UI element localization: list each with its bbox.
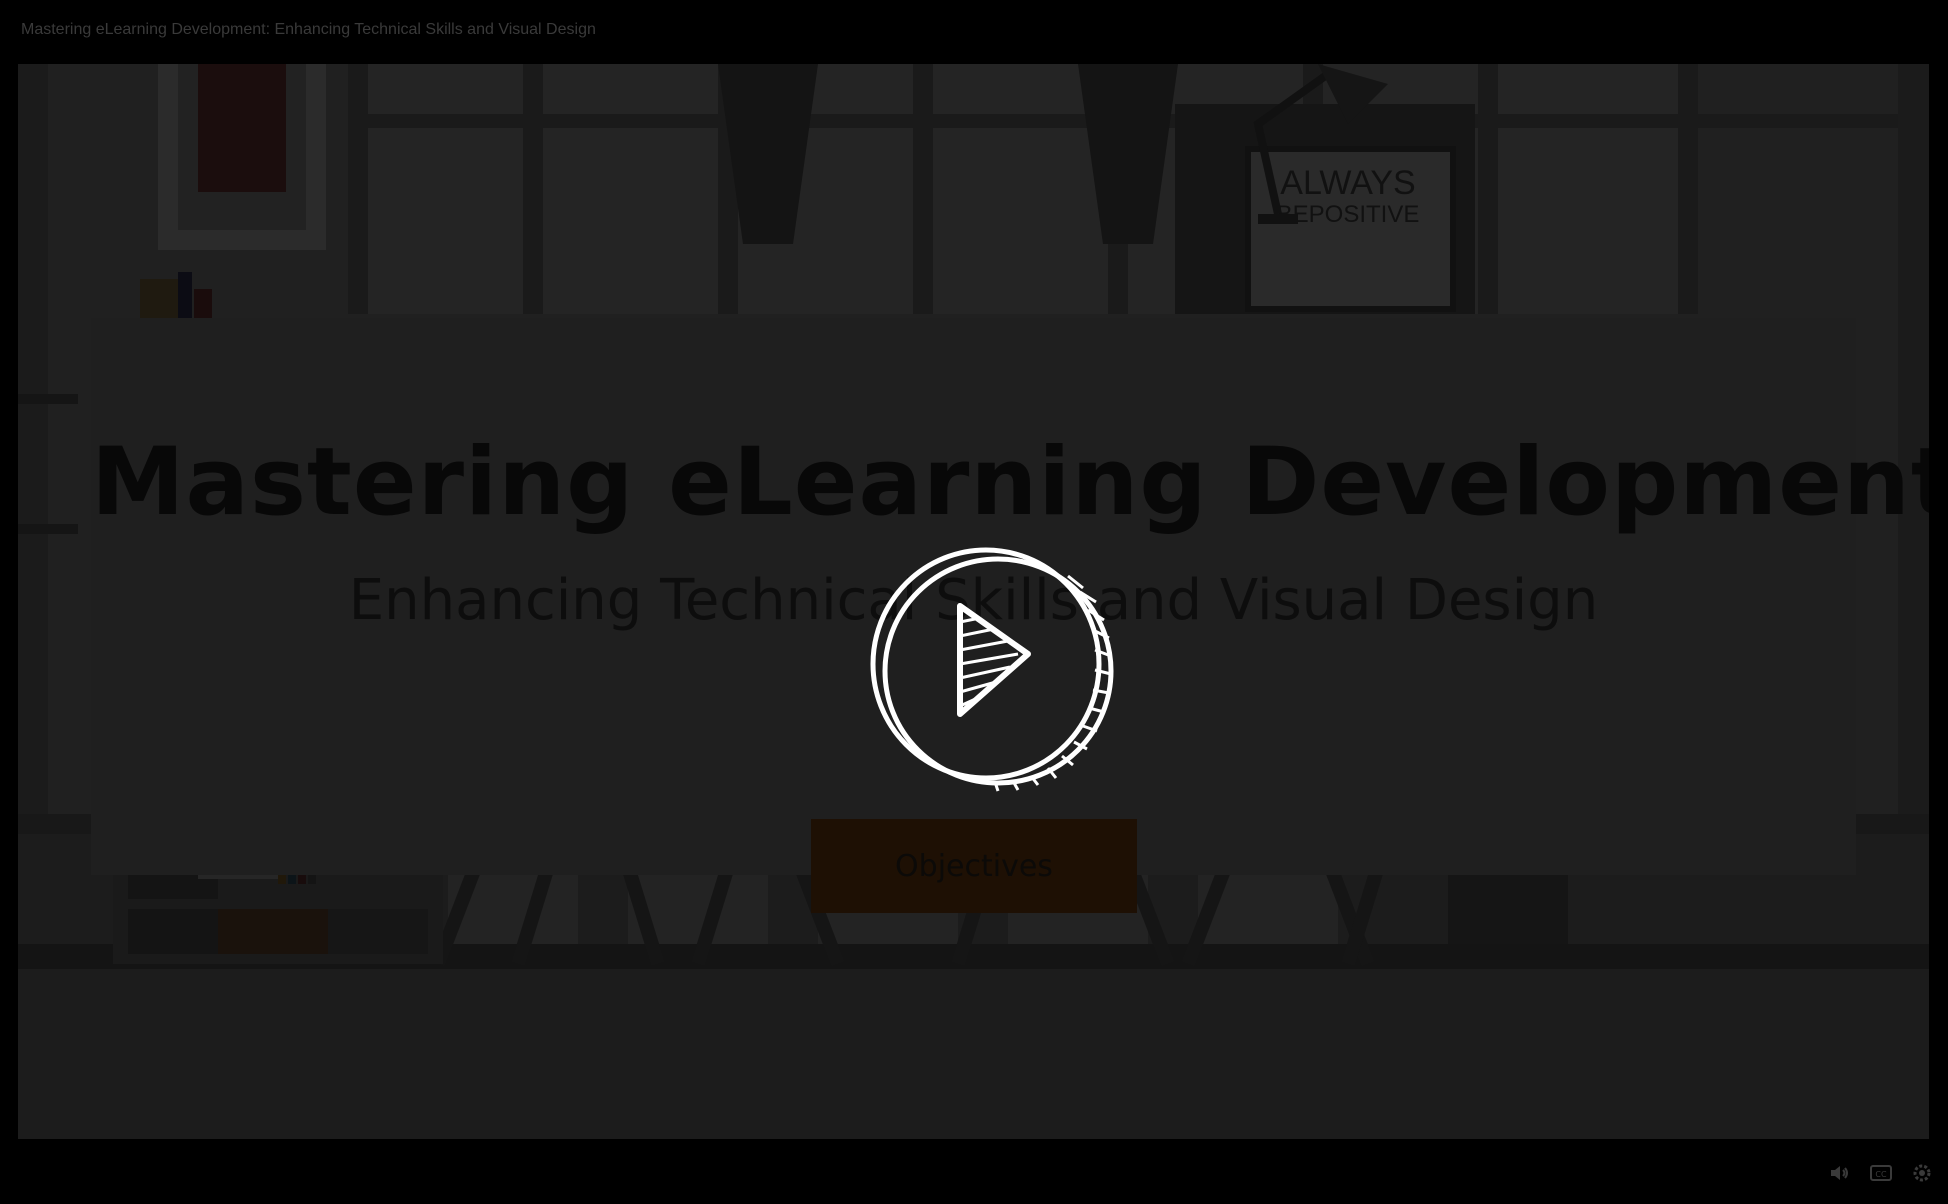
player-bottom-bar: CC — [0, 1139, 1948, 1204]
settings-icon[interactable] — [1910, 1161, 1934, 1185]
poster-text-line1: ALWAYS — [1280, 164, 1415, 202]
player-top-bar: Mastering eLearning Development: Enhanci… — [0, 0, 1948, 64]
slide-title: Mastering eLearning Development — [91, 428, 1929, 537]
captions-icon[interactable]: CC — [1869, 1161, 1893, 1185]
poster-text-line2: BEPOSITIVE — [1277, 201, 1420, 228]
play-icon — [870, 547, 1114, 792]
slide-stage: ALWAYS BEPOSITIVE Mastering eLearning De… — [18, 64, 1929, 1139]
course-title: Mastering eLearning Development: Enhanci… — [21, 21, 596, 38]
play-button[interactable] — [858, 536, 1118, 796]
svg-text:CC: CC — [1875, 1170, 1887, 1179]
volume-icon[interactable] — [1828, 1161, 1852, 1185]
objectives-button[interactable]: Objectives — [811, 819, 1137, 913]
objectives-button-label: Objectives — [895, 848, 1053, 884]
